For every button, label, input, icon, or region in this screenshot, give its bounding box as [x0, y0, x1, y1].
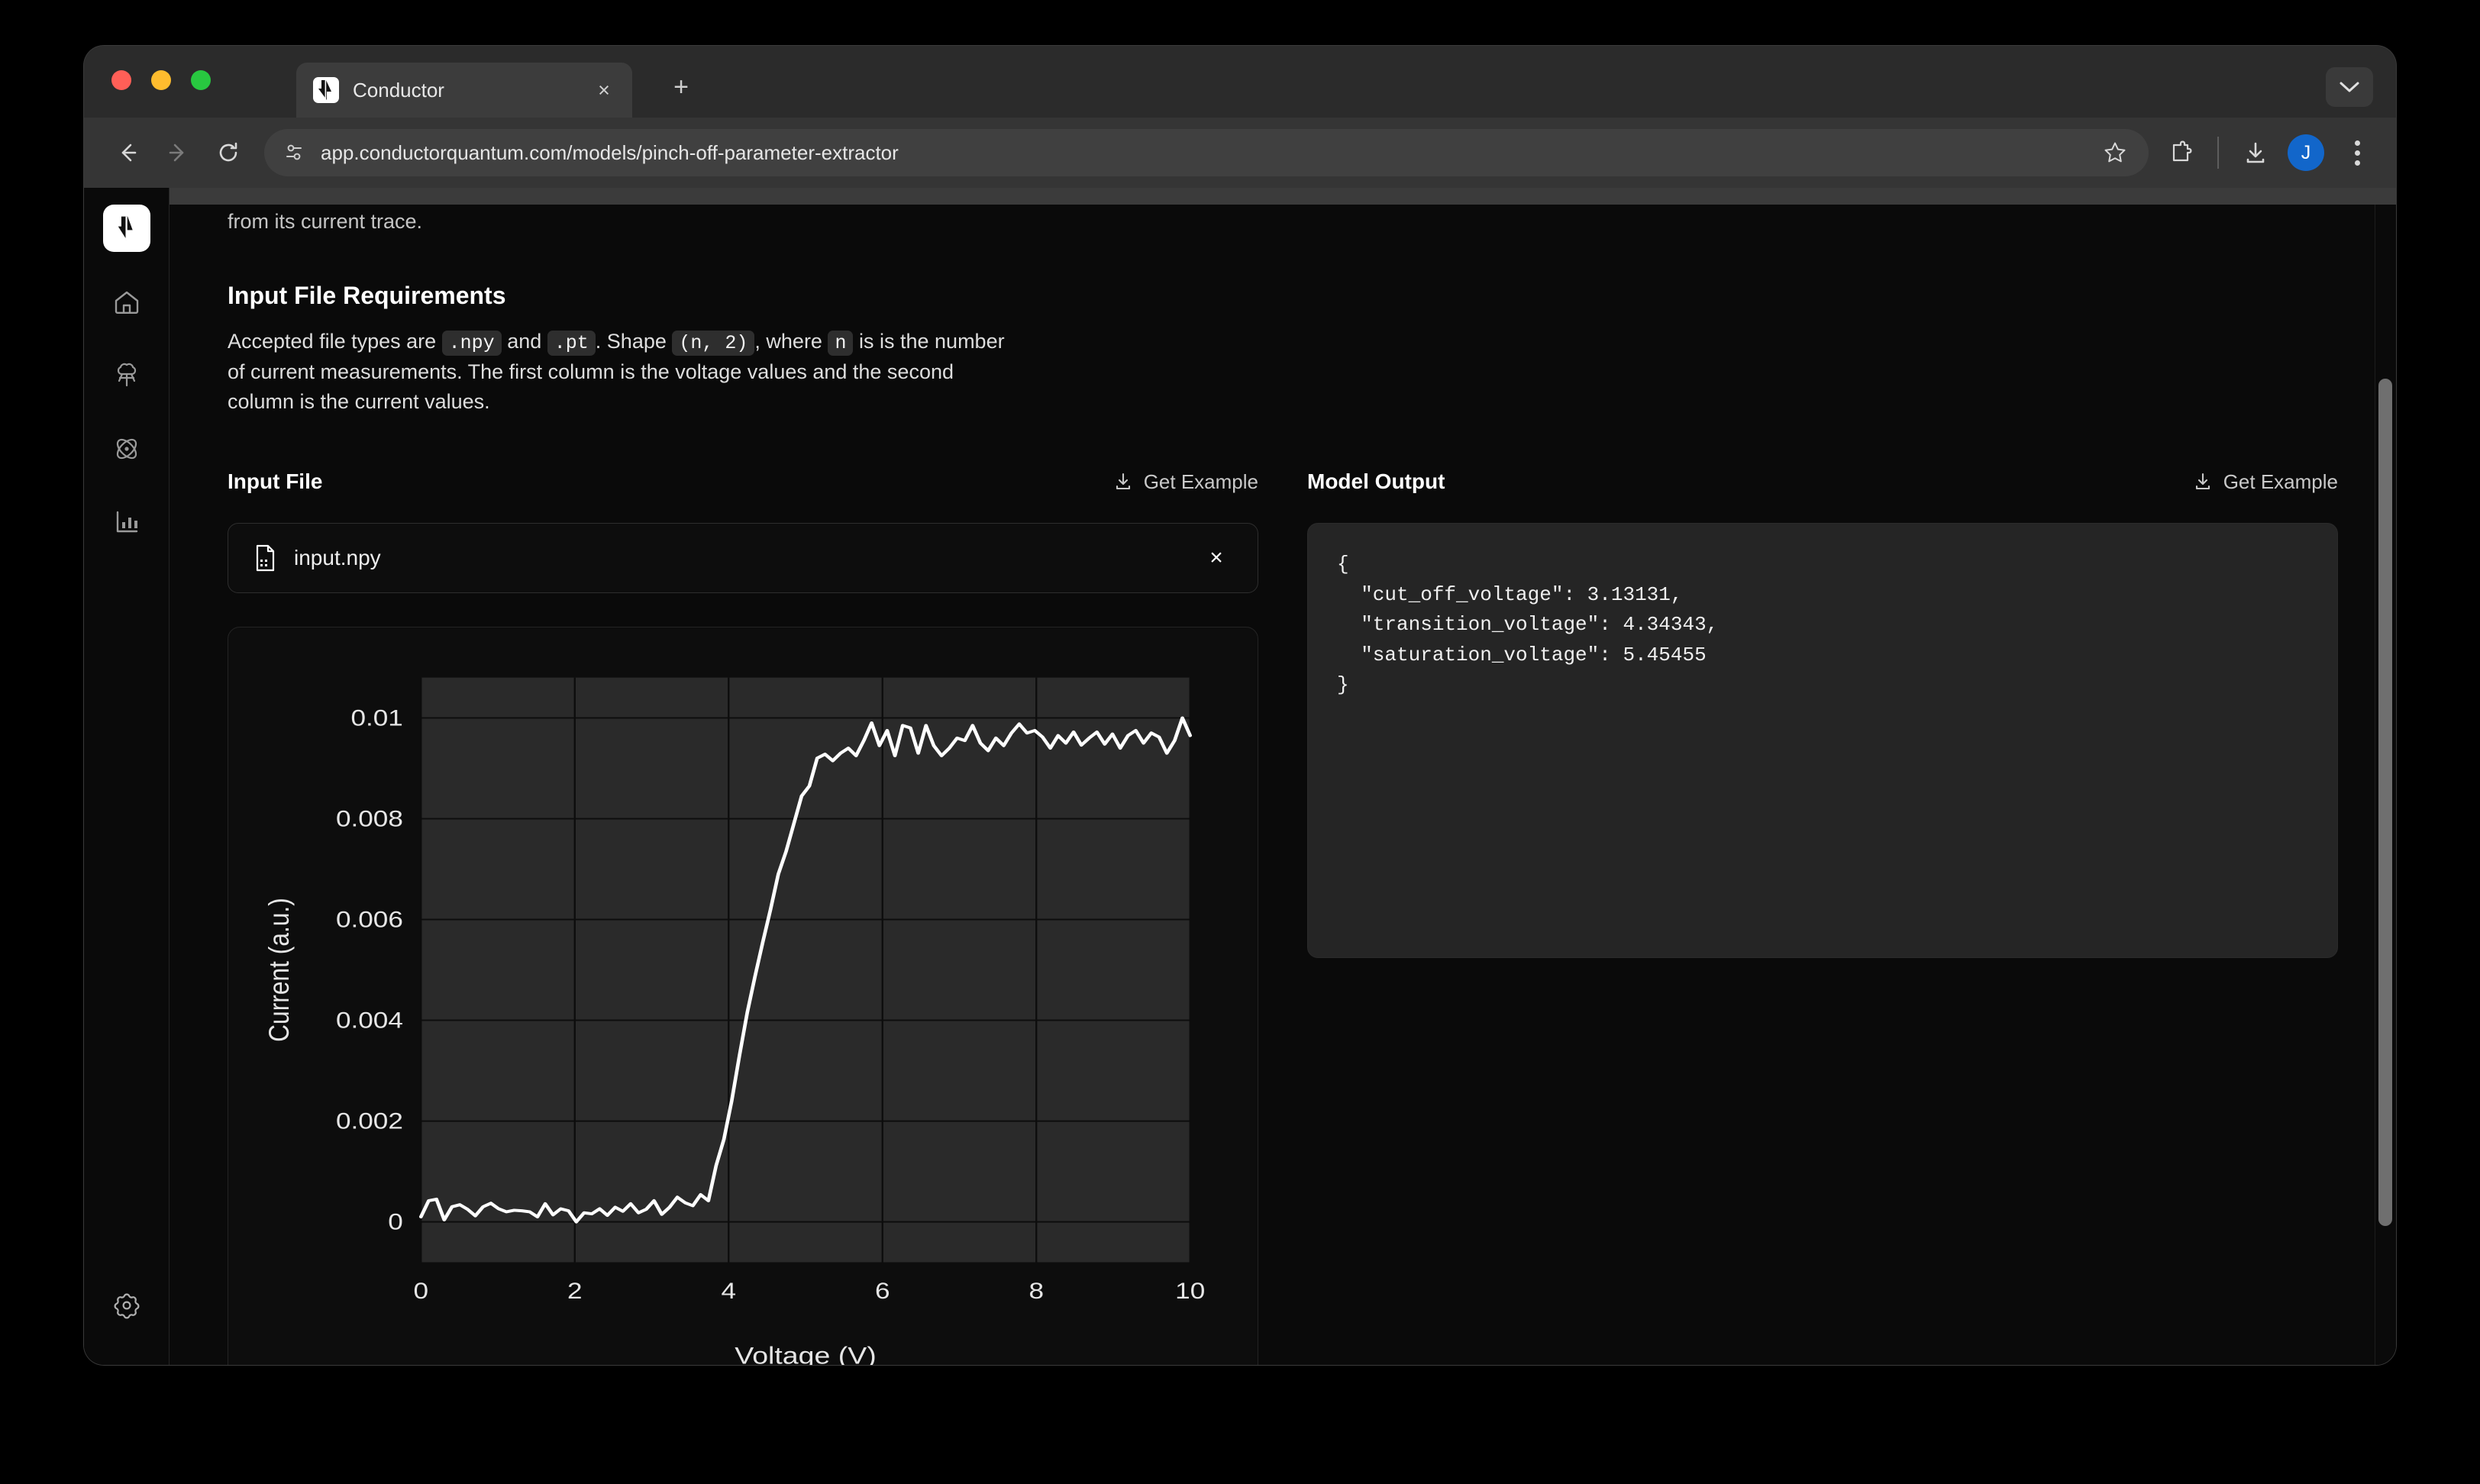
uploaded-file-chip[interactable]: input.npy × — [228, 523, 1258, 594]
three-dot-menu-icon[interactable] — [2338, 131, 2376, 174]
req-text-3: . Shape — [595, 329, 667, 353]
sidebar-footer — [84, 1279, 169, 1331]
reload-icon[interactable] — [206, 131, 250, 175]
uploaded-file-name: input.npy — [294, 546, 381, 570]
input-panel-header: Input File Get Example — [228, 466, 1258, 497]
req-text-4: , where — [754, 329, 822, 353]
get-example-label: Get Example — [1143, 469, 1258, 493]
page-scrollbar-track[interactable] — [2375, 188, 2396, 1365]
get-example-label: Get Example — [2223, 469, 2338, 493]
page-title: Input File Requirements — [228, 281, 506, 309]
conductor-logo-icon[interactable] — [102, 205, 150, 252]
download-icon — [1113, 472, 1133, 492]
tab-title: Conductor — [353, 78, 444, 102]
browser-tab-conductor[interactable]: Conductor × — [296, 63, 632, 118]
input-preview-chart-card: 0 2 4 6 8 10 0 0.002 0.004 0.006 0.008 0.01 Voltage … — [228, 627, 1258, 1365]
code-npy: .npy — [441, 330, 502, 356]
sidebar-item-models[interactable] — [101, 350, 153, 402]
forward-arrow-icon[interactable] — [156, 131, 200, 175]
svg-text:0.008: 0.008 — [336, 806, 403, 831]
zoom-window-button[interactable] — [191, 70, 211, 90]
requirements-paragraph: Accepted file types are .npy and .pt. Sh… — [228, 327, 1022, 418]
current-vs-voltage-chart: 0 2 4 6 8 10 0 0.002 0.004 0.006 0.008 0.01 Voltage … — [264, 678, 1205, 1365]
site-settings-icon[interactable] — [283, 141, 305, 164]
sidebar-item-experiments[interactable] — [101, 423, 153, 475]
download-icon[interactable] — [2234, 131, 2277, 174]
chevron-down-icon[interactable] — [2326, 67, 2373, 107]
io-panels: Input File Get Example input.npy × 0 2 4… — [228, 466, 2396, 1365]
input-file-label: Input File — [228, 469, 323, 494]
star-icon[interactable] — [2098, 136, 2132, 169]
browser-tab-strip: Conductor × + — [84, 46, 2396, 118]
svg-text:6: 6 — [875, 1279, 890, 1304]
minimize-window-button[interactable] — [151, 70, 171, 90]
output-panel-header: Model Output Get Example — [1307, 466, 2338, 497]
close-icon[interactable]: × — [591, 77, 617, 103]
code-pt: .pt — [547, 330, 596, 356]
browser-toolbar: app.conductorquantum.com/models/pinch-of… — [84, 118, 2396, 188]
input-file-panel: Input File Get Example input.npy × 0 2 4… — [228, 466, 1258, 1365]
svg-text:Voltage (V): Voltage (V) — [735, 1343, 876, 1365]
browser-window: Conductor × + app.conductorquantum.com/m… — [84, 46, 2396, 1365]
url-text[interactable]: app.conductorquantum.com/models/pinch-of… — [321, 141, 2098, 165]
input-get-example-button[interactable]: Get Example — [1113, 470, 1258, 494]
bar-chart-icon — [112, 508, 141, 537]
model-output-panel: Model Output Get Example {"cut_off_volt… — [1307, 466, 2338, 1365]
brain-network-icon — [111, 360, 142, 391]
code-n: n — [828, 330, 854, 356]
page-body: from its current trace. Input File Requi… — [84, 188, 2396, 1365]
atom-icon — [111, 434, 142, 464]
desktop-background: Conductor × + app.conductorquantum.com/m… — [0, 0, 2480, 1484]
avatar[interactable]: J — [2288, 134, 2324, 171]
back-arrow-icon[interactable] — [105, 131, 150, 175]
address-bar[interactable]: app.conductorquantum.com/models/pinch-of… — [264, 129, 2149, 176]
window-controls — [111, 70, 211, 90]
gear-icon — [112, 1291, 141, 1320]
close-window-button[interactable] — [111, 70, 131, 90]
download-icon — [2193, 472, 2213, 492]
home-icon — [112, 288, 141, 317]
model-page-content: from its current trace. Input File Requi… — [170, 188, 2396, 1365]
svg-text:Current (a.u.): Current (a.u.) — [264, 898, 295, 1043]
model-output-json: { "cut_off_voltage": 3.13131, "transitio… — [1337, 553, 1719, 697]
svg-text:8: 8 — [1028, 1279, 1044, 1304]
puzzle-piece-icon[interactable] — [2159, 131, 2202, 174]
remove-file-icon[interactable]: × — [1201, 543, 1232, 573]
code-shape: (n, 2) — [672, 330, 755, 356]
svg-text:0.002: 0.002 — [336, 1108, 403, 1134]
sidebar-item-home[interactable] — [101, 276, 153, 328]
toolbar-divider — [2217, 137, 2219, 169]
svg-text:0.004: 0.004 — [336, 1008, 403, 1033]
output-get-example-button[interactable]: Get Example — [2193, 470, 2338, 494]
svg-text:0.01: 0.01 — [350, 705, 402, 731]
app-sidebar — [84, 188, 170, 1365]
svg-text:4: 4 — [721, 1279, 736, 1304]
model-output-box[interactable]: { "cut_off_voltage": 3.13131, "transitio… — [1307, 523, 2338, 959]
conductor-logo-icon — [313, 77, 339, 103]
svg-text:0: 0 — [414, 1279, 429, 1304]
page-scrollbar-thumb[interactable] — [2378, 379, 2392, 1226]
sidebar-item-settings[interactable] — [101, 1279, 153, 1331]
content-scroll-area[interactable]: from its current trace. Input File Requi… — [170, 188, 2396, 1365]
svg-text:0: 0 — [388, 1209, 403, 1234]
content-top-edge — [170, 188, 2396, 205]
svg-text:0.006: 0.006 — [336, 907, 403, 932]
sidebar-item-analytics[interactable] — [101, 496, 153, 548]
model-output-label: Model Output — [1307, 469, 1445, 494]
svg-text:2: 2 — [567, 1279, 583, 1304]
new-tab-button[interactable]: + — [664, 70, 698, 104]
file-document-icon — [253, 544, 277, 572]
req-text-2: and — [507, 329, 542, 353]
req-text-1: Accepted file types are — [228, 329, 437, 353]
svg-text:10: 10 — [1175, 1279, 1205, 1304]
